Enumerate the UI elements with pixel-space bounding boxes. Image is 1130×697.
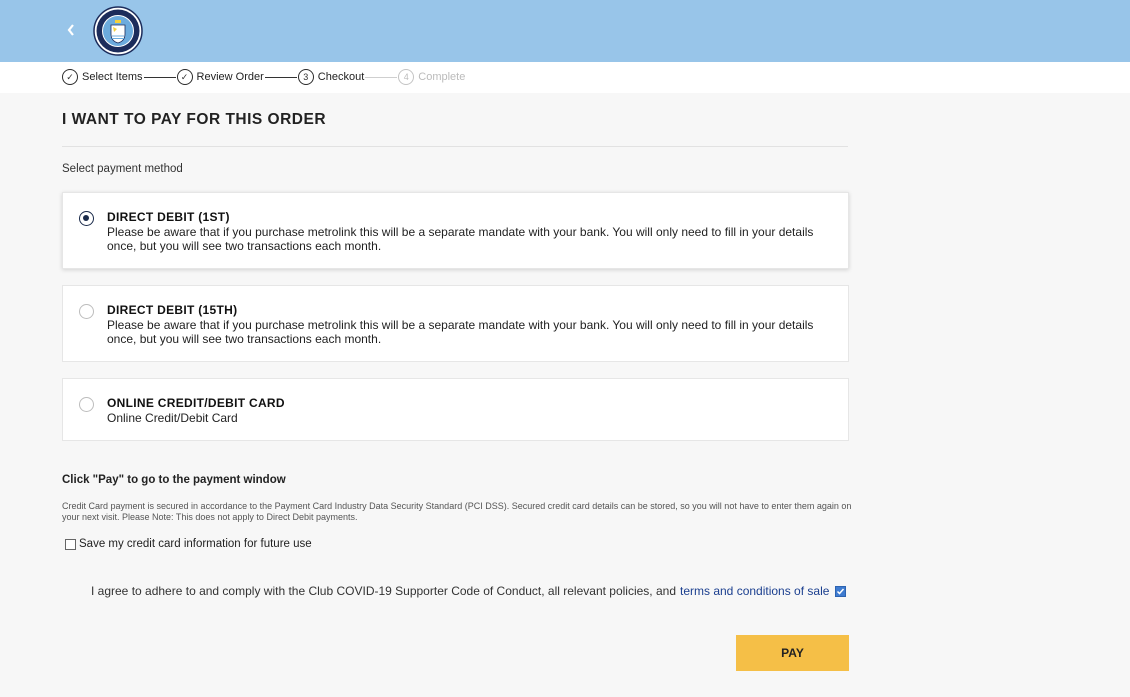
step-label: Complete [418,71,466,83]
pay-instruction-heading: Click "Pay" to go to the payment window [62,474,286,486]
option-title: DIRECT DEBIT (1ST) [107,210,230,224]
payment-option-direct-debit-1st[interactable]: DIRECT DEBIT (1ST) Please be aware that … [62,192,849,269]
step-connector [264,76,297,78]
agree-text: I agree to adhere to and comply with the… [91,584,676,598]
step-connector [143,76,176,78]
step-checkout: 3 Checkout [297,69,365,85]
progress-steps-bar: ✓ Select Items ✓ Review Order 3 Checkout… [0,62,1130,93]
step-number: 3 [297,69,314,85]
step-number: 4 [398,69,415,85]
step-label: Checkout [317,71,365,83]
back-button[interactable] [66,20,84,40]
save-card-checkbox[interactable] [65,538,76,550]
step-connector [365,76,398,78]
checkmark-icon [837,588,845,595]
pay-button[interactable]: PAY [736,635,849,671]
radio-button[interactable] [79,211,94,226]
step-review-order[interactable]: ✓ Review Order [176,69,264,85]
step-label: Select Items [82,71,143,83]
terms-agreement: I agree to adhere to and comply with the… [91,584,847,598]
option-description: Online Credit/Debit Card [107,411,238,425]
step-select-items[interactable]: ✓ Select Items [62,69,143,85]
radio-button[interactable] [79,397,94,412]
check-circle-icon: ✓ [176,69,193,85]
option-title: ONLINE CREDIT/DEBIT CARD [107,396,285,410]
divider [62,146,848,147]
header-bar [0,0,1130,62]
radio-button[interactable] [79,304,94,319]
payment-method-label: Select payment method [62,163,183,175]
step-complete: 4 Complete [398,69,465,85]
payment-option-online-card[interactable]: ONLINE CREDIT/DEBIT CARD Online Credit/D… [62,378,849,441]
agree-checkbox[interactable] [835,585,847,597]
payment-option-direct-debit-15th[interactable]: DIRECT DEBIT (15TH) Please be aware that… [62,285,849,362]
page-title: I WANT TO PAY FOR THIS ORDER [62,111,327,128]
security-note: Credit Card payment is secured in accord… [62,501,852,522]
option-title: DIRECT DEBIT (15TH) [107,303,238,317]
option-description: Please be aware that if you purchase met… [107,318,814,346]
save-card-option[interactable]: Save my credit card information for futu… [65,538,312,550]
club-crest-logo[interactable] [93,6,143,56]
step-label: Review Order [196,71,264,83]
chevron-left-icon [67,24,74,36]
save-card-label: Save my credit card information for futu… [79,538,312,550]
terms-link[interactable]: terms and conditions of sale [680,584,829,598]
progress-steps: ✓ Select Items ✓ Review Order 3 Checkout… [62,69,465,85]
check-circle-icon: ✓ [62,69,78,85]
option-description: Please be aware that if you purchase met… [107,225,814,253]
